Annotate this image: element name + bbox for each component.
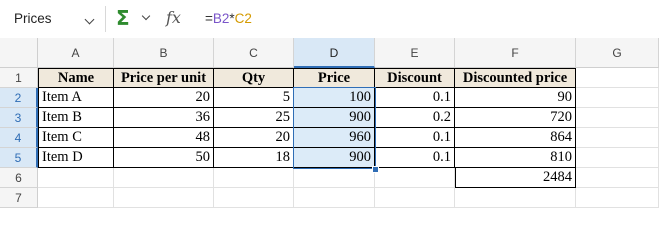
empty-cell[interactable] (294, 168, 375, 188)
empty-cell[interactable] (455, 188, 576, 208)
chevron-down-icon[interactable] (141, 11, 151, 21)
empty-cell[interactable] (576, 128, 659, 148)
formula-prefix: = (205, 11, 213, 26)
table-cell[interactable]: 720 (455, 108, 576, 128)
table-cell[interactable]: 48 (114, 128, 214, 148)
table-cell[interactable]: Item A (38, 88, 114, 108)
table-cell[interactable]: 36 (114, 108, 214, 128)
column-header-c[interactable]: C (214, 38, 294, 68)
row-header-5[interactable]: 5 (0, 148, 38, 168)
divider (105, 6, 106, 32)
empty-cell[interactable] (294, 188, 375, 208)
table-cell-selected[interactable]: 960 (294, 128, 375, 148)
column-header-g[interactable]: G (576, 38, 659, 68)
table-cell[interactable]: 0.2 (375, 108, 455, 128)
table-cell[interactable]: 864 (455, 128, 576, 148)
table-cell-selected[interactable]: 900 (294, 148, 375, 168)
spreadsheet-grid[interactable]: A B C D E F G 1 2 3 4 5 6 7 Name Price p… (0, 38, 659, 211)
chevron-down-icon[interactable] (84, 14, 95, 25)
empty-cell[interactable] (114, 188, 214, 208)
total-cell[interactable]: 2484 (455, 168, 576, 188)
empty-cell[interactable] (38, 168, 114, 188)
table-cell[interactable]: 810 (455, 148, 576, 168)
empty-cell[interactable] (576, 148, 659, 168)
formula-ref-1: B2 (212, 11, 230, 26)
table-cell[interactable]: 0.1 (375, 88, 455, 108)
insert-function-icon[interactable]: fx (166, 8, 181, 27)
table-cell[interactable]: 5 (214, 88, 294, 108)
row-header-4[interactable]: 4 (0, 128, 38, 148)
row-header-7[interactable]: 7 (0, 188, 38, 208)
column-header-e[interactable]: E (375, 38, 455, 68)
table-cell-selected[interactable]: 100 (294, 88, 375, 108)
table-header-name[interactable]: Name (38, 68, 114, 88)
empty-cell[interactable] (576, 68, 659, 88)
empty-cell[interactable] (576, 168, 659, 188)
formula-bar: Prices Σ fx =B2*C2 (0, 0, 659, 38)
table-cell-selected[interactable]: 900 (294, 108, 375, 128)
name-box-value: Prices (14, 11, 52, 26)
table-cell[interactable]: 18 (214, 148, 294, 168)
empty-cell[interactable] (375, 168, 455, 188)
name-box[interactable]: Prices (0, 0, 103, 38)
empty-cell[interactable] (576, 108, 659, 128)
autosum-icon[interactable]: Σ (116, 6, 130, 30)
empty-cell[interactable] (375, 188, 455, 208)
table-cell[interactable]: 50 (114, 148, 214, 168)
column-header-d[interactable]: D (294, 38, 375, 68)
table-header-price-per-unit[interactable]: Price per unit (114, 68, 214, 88)
empty-cell[interactable] (576, 188, 659, 208)
empty-cell[interactable] (576, 88, 659, 108)
table-cell[interactable]: 25 (214, 108, 294, 128)
empty-cell[interactable] (214, 188, 294, 208)
table-cell[interactable]: 20 (114, 88, 214, 108)
empty-cell[interactable] (38, 188, 114, 208)
table-cell[interactable]: Item C (38, 128, 114, 148)
row-header-3[interactable]: 3 (0, 108, 38, 128)
empty-cell[interactable] (114, 168, 214, 188)
column-header-a[interactable]: A (38, 38, 114, 68)
table-header-discounted-price[interactable]: Discounted price (455, 68, 576, 88)
fill-handle[interactable] (372, 166, 379, 173)
row-header-2[interactable]: 2 (0, 88, 38, 108)
table-header-qty[interactable]: Qty (214, 68, 294, 88)
table-cell[interactable]: Item B (38, 108, 114, 128)
column-header-f[interactable]: F (455, 38, 576, 68)
table-cell[interactable]: 20 (214, 128, 294, 148)
table-cell[interactable]: 0.1 (375, 148, 455, 168)
table-cell[interactable]: 0.1 (375, 128, 455, 148)
formula-ref-2: C2 (234, 11, 252, 26)
table-header-discount[interactable]: Discount (375, 68, 455, 88)
empty-cell[interactable] (214, 168, 294, 188)
table-cell[interactable]: 90 (455, 88, 576, 108)
select-all-corner[interactable] (0, 38, 38, 68)
formula-input[interactable]: =B2*C2 (205, 11, 252, 26)
column-header-b[interactable]: B (114, 38, 214, 68)
row-header-1[interactable]: 1 (0, 68, 38, 88)
table-header-price[interactable]: Price (294, 68, 375, 88)
row-header-6[interactable]: 6 (0, 168, 38, 188)
table-cell[interactable]: Item D (38, 148, 114, 168)
